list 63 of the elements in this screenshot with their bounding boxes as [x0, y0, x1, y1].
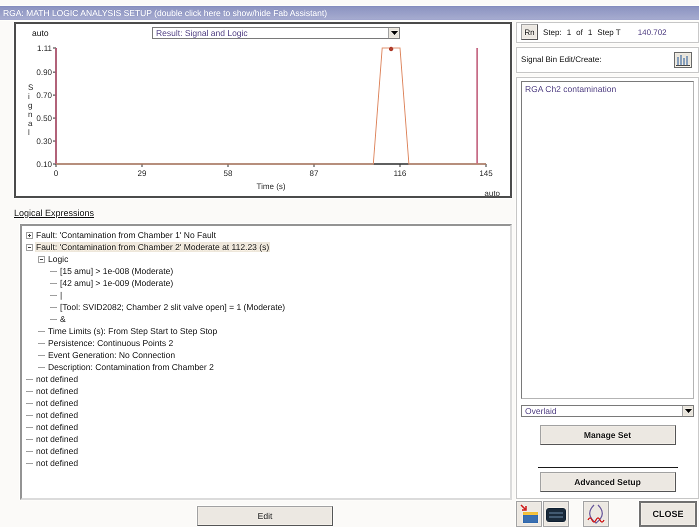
step-time-label: Step T [597, 28, 621, 37]
tree-item[interactable]: not defined [35, 398, 80, 408]
x-tick-label: 29 [138, 169, 146, 178]
step-time-value: 140.702 [638, 28, 667, 37]
tree-item[interactable]: not defined [35, 422, 80, 432]
window-title: RGA: MATH LOGIC ANALYSIS SETUP (double click here to show/hide Fab Assistant) [0, 6, 699, 20]
expand-toggle-icon[interactable] [26, 244, 33, 250]
y-tick-label: 0.50 [36, 114, 52, 124]
edit-button[interactable]: Edit [197, 506, 333, 526]
tree-item[interactable]: not defined [35, 458, 80, 468]
x-tick-label: 0 [54, 169, 58, 178]
view-dropdown[interactable]: Overlaid [521, 404, 694, 417]
axis-auto-label: auto [484, 189, 500, 198]
tree-item[interactable]: [Tool: SVID2082; Chamber 2 slit valve open] = 1 (Moderate) [59, 302, 286, 312]
manage-set-button[interactable]: Manage Set [540, 424, 676, 445]
list-item[interactable]: RGA Ch2 contamination [525, 84, 690, 94]
tree-item[interactable]: Description: Contamination from Chamber 2 [47, 362, 215, 372]
y-tick-label: 1.11 [37, 44, 52, 53]
dropdown-arrow-icon[interactable] [682, 406, 693, 416]
bar-chart-icon[interactable] [674, 52, 692, 68]
tree-item[interactable]: not defined [35, 446, 80, 456]
tree-item[interactable]: Fault: 'Contamination from Chamber 2' Moderate at 112.23 (s) [35, 242, 270, 252]
tree-item[interactable]: [15 amu] > 1e-008 (Moderate) [59, 266, 174, 276]
peak-marker [388, 46, 394, 52]
printer-icon[interactable] [543, 501, 569, 527]
x-tick-label: 58 [224, 169, 232, 178]
tree-item[interactable]: not defined [35, 374, 80, 384]
y-tick-label: 0.90 [36, 68, 52, 78]
x-tick-label: 87 [310, 169, 318, 178]
y-tick-label: 0.70 [36, 91, 52, 100]
advanced-setup-button[interactable]: Advanced Setup [540, 472, 676, 492]
signal-bin-label: Signal Bin Edit/Create: [521, 55, 602, 64]
result-dropdown[interactable]: Result: Signal and Logic [152, 27, 400, 39]
expand-toggle-icon[interactable] [38, 256, 45, 262]
rn-button[interactable]: Rn [521, 24, 538, 40]
tree-item[interactable]: Logic [47, 254, 70, 264]
x-tick-label: 116 [394, 169, 406, 178]
dropdown-arrow-icon[interactable] [388, 28, 399, 38]
tree-item[interactable]: not defined [35, 434, 80, 444]
x-tick-label: 145 [479, 169, 493, 178]
close-button[interactable]: CLOSE [639, 501, 697, 527]
y-tick-label: 0.30 [36, 137, 52, 146]
tree-item[interactable]: not defined [35, 410, 80, 420]
tree-item[interactable]: Persistence: Continuous Points 2 [47, 338, 174, 348]
tree-item[interactable]: Fault: 'Contamination from Chamber 1' No Fault [35, 230, 217, 240]
section-heading: Logical Expressions [14, 208, 96, 220]
y-tick-label: 0.10 [36, 160, 52, 169]
step-label: Step: [543, 28, 562, 37]
signal-loop-icon[interactable] [583, 501, 609, 527]
axis-auto-label: auto [32, 28, 50, 38]
tree-item[interactable]: | [59, 290, 64, 300]
tree-item[interactable]: [42 amu] > 1e-009 (Moderate) [59, 278, 174, 288]
step-value: 1 [566, 28, 572, 37]
tree-item[interactable]: not defined [35, 386, 80, 396]
tree-item[interactable]: & [59, 314, 67, 324]
folder-icon[interactable] [516, 501, 542, 527]
step-of-label: of [576, 28, 583, 37]
tree-item[interactable]: Event Generation: No Connection [47, 350, 176, 360]
x-axis-title: Time (s) [256, 182, 286, 191]
step-total: 1 [588, 28, 592, 37]
y-axis-title: Signal [28, 83, 34, 137]
expand-toggle-icon[interactable] [26, 232, 33, 238]
tree-item[interactable]: Time Limits (s): From Step Start to Step Stop [47, 326, 218, 336]
